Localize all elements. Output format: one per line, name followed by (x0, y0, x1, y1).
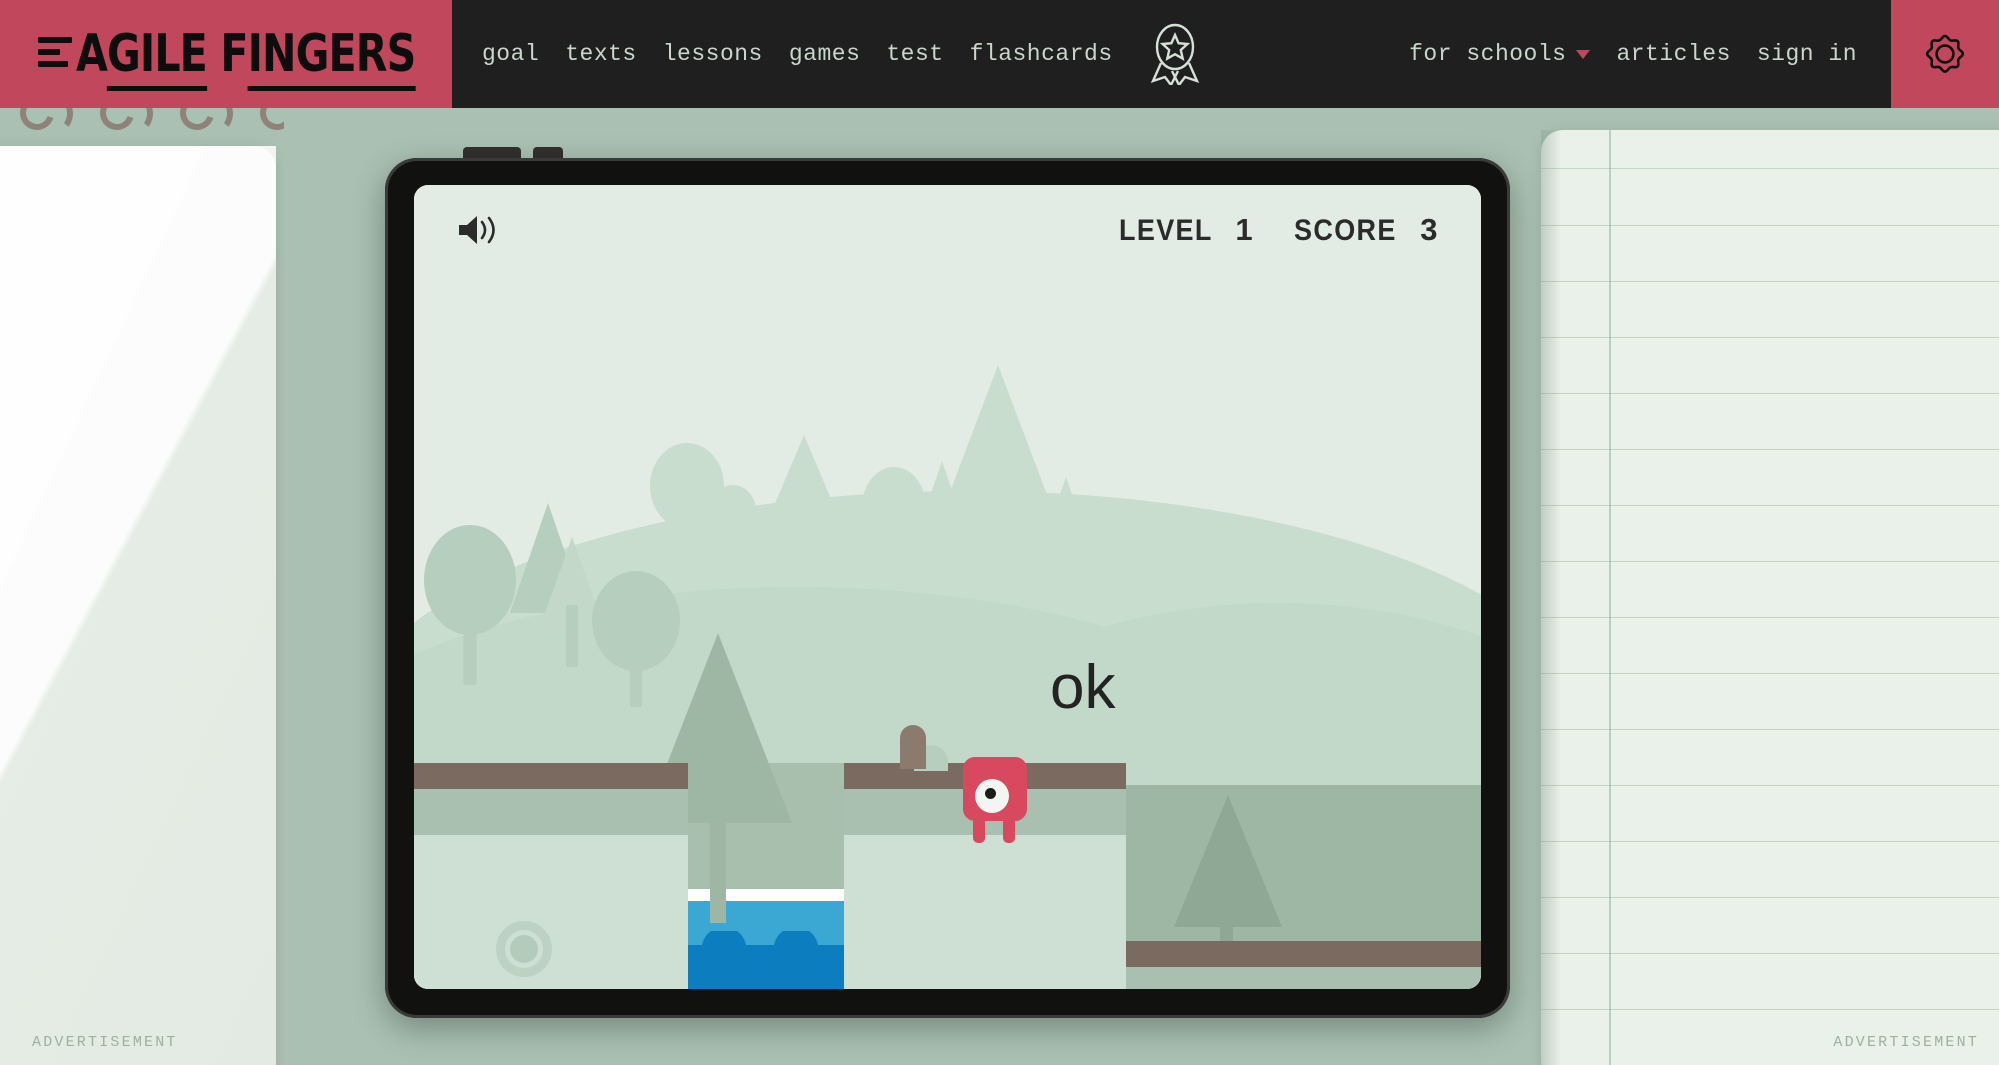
nav-item-articles[interactable]: articles (1616, 41, 1730, 67)
tree-pine-mid-trunk (566, 605, 578, 667)
primary-nav: goal texts lessons games test flashcards (452, 0, 1203, 108)
game-hud: LEVEL 1 SCORE 3 (414, 185, 1481, 275)
player-leg-left (973, 819, 985, 843)
ground-platform-far-right (1126, 941, 1481, 989)
nav-item-flashcards[interactable]: flashcards (970, 41, 1113, 67)
level-indicator: LEVEL 1 (1119, 212, 1254, 248)
tree-pine-foreground-trunk (710, 815, 726, 923)
tree-pine-bg (754, 435, 854, 553)
tree-pine-bg-trunk (799, 550, 809, 592)
game-scene: ok (414, 185, 1481, 989)
speaker-on-icon (459, 216, 495, 244)
paper-spine-shadow (1541, 130, 1561, 1065)
nav-item-for-schools[interactable]: for schools (1409, 41, 1591, 67)
paper-margin-line (1609, 130, 1611, 1065)
score-value: 3 (1420, 212, 1439, 247)
ground-underground-layer (844, 835, 1126, 989)
nav-item-test[interactable]: test (886, 41, 943, 67)
spiral-ring-icon (174, 108, 220, 136)
right-ad-label: ADVERTISEMENT (1833, 1034, 1979, 1051)
nav-item-texts[interactable]: texts (565, 41, 637, 67)
nav-item-games[interactable]: games (789, 41, 861, 67)
settings-button[interactable] (1891, 0, 1999, 108)
left-notepad-graphic (0, 146, 276, 1065)
brand-name-agile: AGILE (76, 24, 208, 91)
game-screen[interactable]: ok LEVEL 1 SCORE 3 (414, 185, 1481, 989)
player-character (963, 757, 1027, 843)
chevron-down-icon (1576, 49, 1591, 59)
gear-icon (1925, 34, 1965, 73)
right-ruled-paper-graphic (1541, 130, 1999, 1065)
small-bush-decoration (900, 725, 926, 769)
player-pupil (985, 788, 996, 799)
nav-item-lessons[interactable]: lessons (663, 41, 763, 67)
brand-name-agile-rest: GILE (106, 24, 208, 91)
tree-pine-bg-trunk (992, 505, 1003, 581)
sound-toggle-button[interactable] (456, 213, 500, 247)
brand-name-fingers-rest: INGERS (247, 24, 416, 91)
right-advertisement-panel[interactable]: ADVERTISEMENT (1519, 108, 1999, 1065)
score-label: SCORE (1294, 214, 1397, 247)
spiral-ring-icon (254, 108, 284, 136)
level-label: LEVEL (1119, 214, 1213, 247)
tree-round-mid (424, 525, 516, 685)
top-navigation-bar: AGILE FINGERS goal texts lessons games t… (0, 0, 1999, 108)
tree-pine-far-right (1174, 795, 1282, 927)
player-leg-right (1003, 819, 1015, 843)
ground-underground-layer (414, 835, 688, 989)
water-dark-layer (688, 945, 844, 989)
nav-item-sign-in[interactable]: sign in (1757, 41, 1857, 67)
tree-pine-bg (1046, 477, 1086, 535)
speed-lines-icon (38, 37, 72, 71)
left-advertisement-panel[interactable]: ADVERTISEMENT (0, 108, 284, 1065)
medal-award-icon[interactable] (1147, 23, 1203, 85)
level-value: 1 (1235, 212, 1255, 247)
nav-item-for-schools-label: for schools (1409, 41, 1567, 67)
nav-item-goal[interactable]: goal (482, 41, 539, 67)
ground-platform-left (414, 763, 688, 989)
tablet-device: ok LEVEL 1 SCORE 3 (385, 147, 1510, 1018)
logo-home-link[interactable]: AGILE FINGERS (0, 0, 452, 108)
underground-stone-decoration (496, 921, 552, 977)
brand-wordmark: AGILE FINGERS (76, 24, 416, 91)
tree-round-bg (710, 485, 756, 567)
typed-word-prompt: ok (1050, 653, 1116, 722)
ground-mid-layer (1126, 967, 1481, 989)
brand-name-fingers: FINGERS (220, 24, 416, 91)
score-indicator: SCORE 3 (1294, 212, 1439, 248)
notepad-sheen (0, 146, 276, 1065)
hud-stats: LEVEL 1 SCORE 3 (1119, 212, 1439, 248)
spiral-ring-icon (14, 108, 60, 136)
spiral-ring-icon (94, 108, 140, 136)
secondary-nav: for schools articles sign in (1409, 0, 1891, 108)
spiral-binding-rings (14, 108, 284, 136)
left-ad-label: ADVERTISEMENT (32, 1034, 178, 1051)
